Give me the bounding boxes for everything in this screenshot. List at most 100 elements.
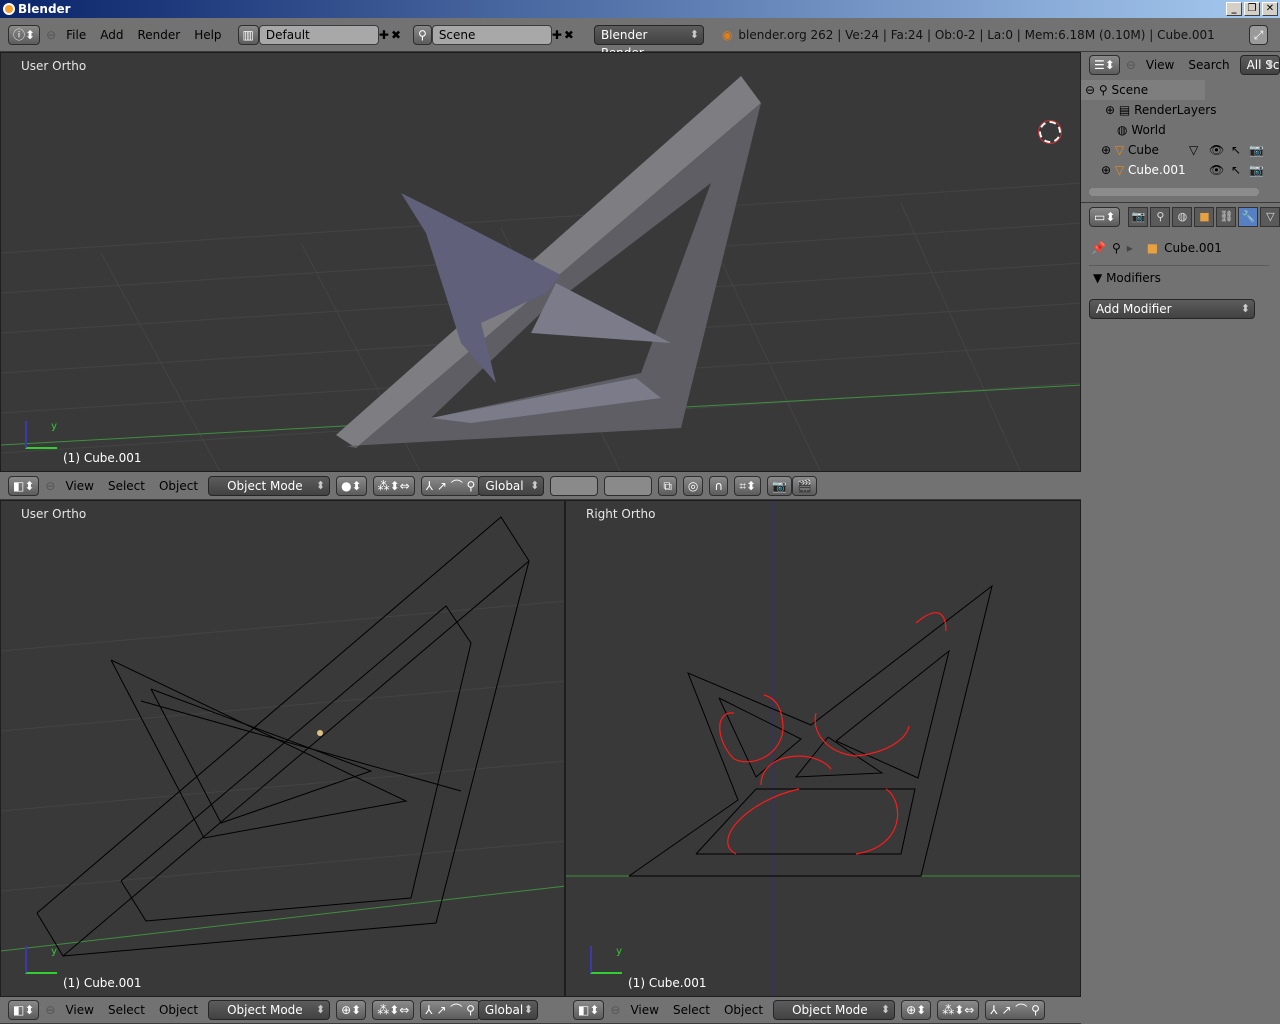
pivot-point-button[interactable]: ⁂⬍⇔ <box>372 475 415 496</box>
editor-type-info-button[interactable]: ⓘ⬍ <box>8 24 41 45</box>
viewport-shading-button[interactable]: ⊕⬍ <box>901 1000 932 1020</box>
expand-icon[interactable]: ⊕ <box>1101 143 1111 157</box>
viewport-bottom-left[interactable]: User Ortho (1) Cube.001 y <box>0 500 565 997</box>
layout-browse-button[interactable]: ▥ <box>237 24 259 45</box>
outliner-tree: ⊖ ⚲ Scene ⊕ ▤ RenderLayers ◍ World ⊕ ▽ C… <box>1081 78 1280 202</box>
menu-file[interactable]: File <box>62 28 90 42</box>
window-title: Blender <box>18 2 71 16</box>
viewport-shading-button[interactable]: ●⬍ <box>336 475 367 496</box>
fullscreen-toggle-button[interactable]: ⤢ <box>1248 24 1269 45</box>
modifiers-panel-header[interactable]: ▼ Modifiers <box>1093 271 1161 285</box>
menu-object[interactable]: Object <box>720 1003 767 1017</box>
tab-render[interactable]: 📷 <box>1128 207 1149 227</box>
minimize-button[interactable]: _ <box>1226 2 1242 16</box>
menu-view[interactable]: View <box>626 1003 662 1017</box>
menu-select[interactable]: Select <box>104 1003 149 1017</box>
menu-select[interactable]: Select <box>669 1003 714 1017</box>
outline-mesh <box>628 584 993 877</box>
menu-select[interactable]: Select <box>104 479 149 493</box>
proportional-edit-button[interactable]: ◎ <box>682 475 704 496</box>
outliner-item-scene[interactable]: ⊖ ⚲ Scene <box>1081 80 1205 100</box>
orientation-dropdown[interactable]: Global <box>478 475 545 496</box>
outliner-item-cube[interactable]: ⊕ ▽ Cube ▽ 👁 ↖ 📷 <box>1081 140 1280 160</box>
layers-grid-1[interactable] <box>550 475 599 496</box>
menu-object[interactable]: Object <box>155 1003 202 1017</box>
scene-browse-button[interactable]: ⚲ <box>413 24 432 45</box>
editor-type-3dview-button[interactable]: ◧⬍ <box>8 475 40 496</box>
breadcrumb-arrow-icon: ▸ <box>1126 241 1133 255</box>
editor-type-3dview-button[interactable]: ◧⬍ <box>8 1000 40 1020</box>
pivot-point-button[interactable]: ⁂⬍⇔ <box>372 1000 415 1020</box>
menu-add[interactable]: Add <box>96 28 127 42</box>
selectable-cursor-icon[interactable]: ↖ <box>1231 140 1241 160</box>
visibility-eye-icon[interactable]: 👁 <box>1209 140 1224 160</box>
outliner-scrollbar[interactable] <box>1089 188 1259 196</box>
add-layout-icon[interactable]: ✚ <box>379 26 389 44</box>
snap-element-button[interactable]: ⌗⬍ <box>734 475 762 496</box>
pin-icon[interactable]: 📌 <box>1091 241 1106 255</box>
visibility-eye-icon[interactable]: 👁 <box>1209 160 1224 180</box>
outliner-item-world[interactable]: ◍ World <box>1081 120 1280 140</box>
render-anim-button[interactable]: 🎬 <box>791 475 817 496</box>
tab-world[interactable]: ◍ <box>1172 207 1193 227</box>
editor-type-3dview-button[interactable]: ◧⬍ <box>573 1000 605 1020</box>
menu-view[interactable]: View <box>61 1003 97 1017</box>
tab-object[interactable]: ■ <box>1194 207 1215 227</box>
menu-help[interactable]: Help <box>190 28 225 42</box>
collapse-icon[interactable]: ⊖ <box>1085 83 1095 97</box>
editor-type-properties-button[interactable]: ▭⬍ <box>1089 207 1121 227</box>
render-engine-dropdown[interactable]: Blender Render <box>593 24 704 60</box>
pivot-point-button[interactable]: ⁂⬍⇔ <box>937 1000 980 1020</box>
annotation-strokes <box>719 612 947 855</box>
selectable-cursor-icon[interactable]: ↖ <box>1231 160 1241 180</box>
remove-scene-icon[interactable]: ✖ <box>564 26 574 44</box>
menu-view[interactable]: View <box>61 479 97 493</box>
snap-icon: ⌗⬍ <box>739 478 757 493</box>
menu-render[interactable]: Render <box>133 28 184 42</box>
collapse-menu-icon[interactable]: ⊖ <box>46 26 56 44</box>
mode-dropdown[interactable]: Object Mode <box>208 475 331 496</box>
layout-name-field[interactable]: Default <box>258 24 379 45</box>
restore-button[interactable]: ❐ <box>1244 2 1260 16</box>
mode-dropdown[interactable]: Object Mode <box>208 1000 331 1020</box>
manipulator-buttons[interactable]: ⅄ ↗ ⌒ ⚲ <box>985 1000 1045 1020</box>
render-opengl-button[interactable]: 📷 <box>767 475 792 496</box>
collapse-menu-icon[interactable]: ⊖ <box>1126 56 1136 74</box>
collapse-menu-icon[interactable]: ⊖ <box>45 477 55 495</box>
viewport-bottom-right[interactable]: Right Ortho (1) Cube.001 y <box>565 500 1081 997</box>
menu-view[interactable]: View <box>1142 58 1178 72</box>
collapse-menu-icon[interactable]: ⊖ <box>45 1001 55 1019</box>
snap-button[interactable]: ∩ <box>709 475 729 496</box>
menu-search[interactable]: Search <box>1184 58 1233 72</box>
tab-data[interactable]: ▽ <box>1260 207 1280 227</box>
panel-collapse-icon: ▼ <box>1093 271 1103 285</box>
viewport-shading-button[interactable]: ⊕⬍ <box>336 1000 367 1020</box>
collapse-menu-icon[interactable]: ⊖ <box>610 1001 620 1019</box>
remove-layout-icon[interactable]: ✖ <box>391 26 401 44</box>
mesh-cube-001 <box>336 76 761 448</box>
mode-dropdown[interactable]: Object Mode <box>773 1000 896 1020</box>
close-button[interactable]: ✕ <box>1262 2 1278 16</box>
layers-grid-2[interactable] <box>604 475 653 496</box>
menu-object[interactable]: Object <box>155 479 202 493</box>
display-mode-dropdown[interactable]: All Scenes <box>1239 55 1280 75</box>
tab-modifiers[interactable]: 🔧 <box>1238 207 1259 227</box>
viewport-top[interactable]: User Ortho (1) Cube.001 y <box>0 52 1081 472</box>
tab-constraints[interactable]: ⛓ <box>1216 207 1237 227</box>
outliner-item-renderlayers[interactable]: ⊕ ▤ RenderLayers <box>1081 100 1280 120</box>
manipulator-buttons[interactable]: ⅄ ↗ ⌒ ⚲ <box>420 475 481 496</box>
scene-name-field[interactable]: Scene <box>431 24 552 45</box>
tab-scene[interactable]: ⚲ <box>1150 207 1171 227</box>
expand-icon[interactable]: ⊕ <box>1101 163 1111 177</box>
lock-layers-button[interactable]: ⧉ <box>658 475 677 496</box>
window-titlebar: Blender _ ❐ ✕ <box>0 0 1280 18</box>
add-scene-icon[interactable]: ✚ <box>552 26 562 44</box>
orientation-dropdown[interactable]: Global <box>477 1000 538 1020</box>
editor-type-outliner-button[interactable]: ☰⬍ <box>1089 55 1120 75</box>
add-modifier-dropdown[interactable]: Add Modifier <box>1089 299 1255 319</box>
outliner-item-cube-001[interactable]: ⊕ ▽ Cube.001 👁 ↖ 📷 <box>1081 160 1280 180</box>
renderable-camera-icon[interactable]: 📷 <box>1249 160 1264 180</box>
expand-icon[interactable]: ⊕ <box>1105 103 1115 117</box>
manipulator-buttons[interactable]: ⅄ ↗ ⌒ ⚲ <box>420 1000 480 1020</box>
renderable-camera-icon[interactable]: 📷 <box>1249 140 1264 160</box>
